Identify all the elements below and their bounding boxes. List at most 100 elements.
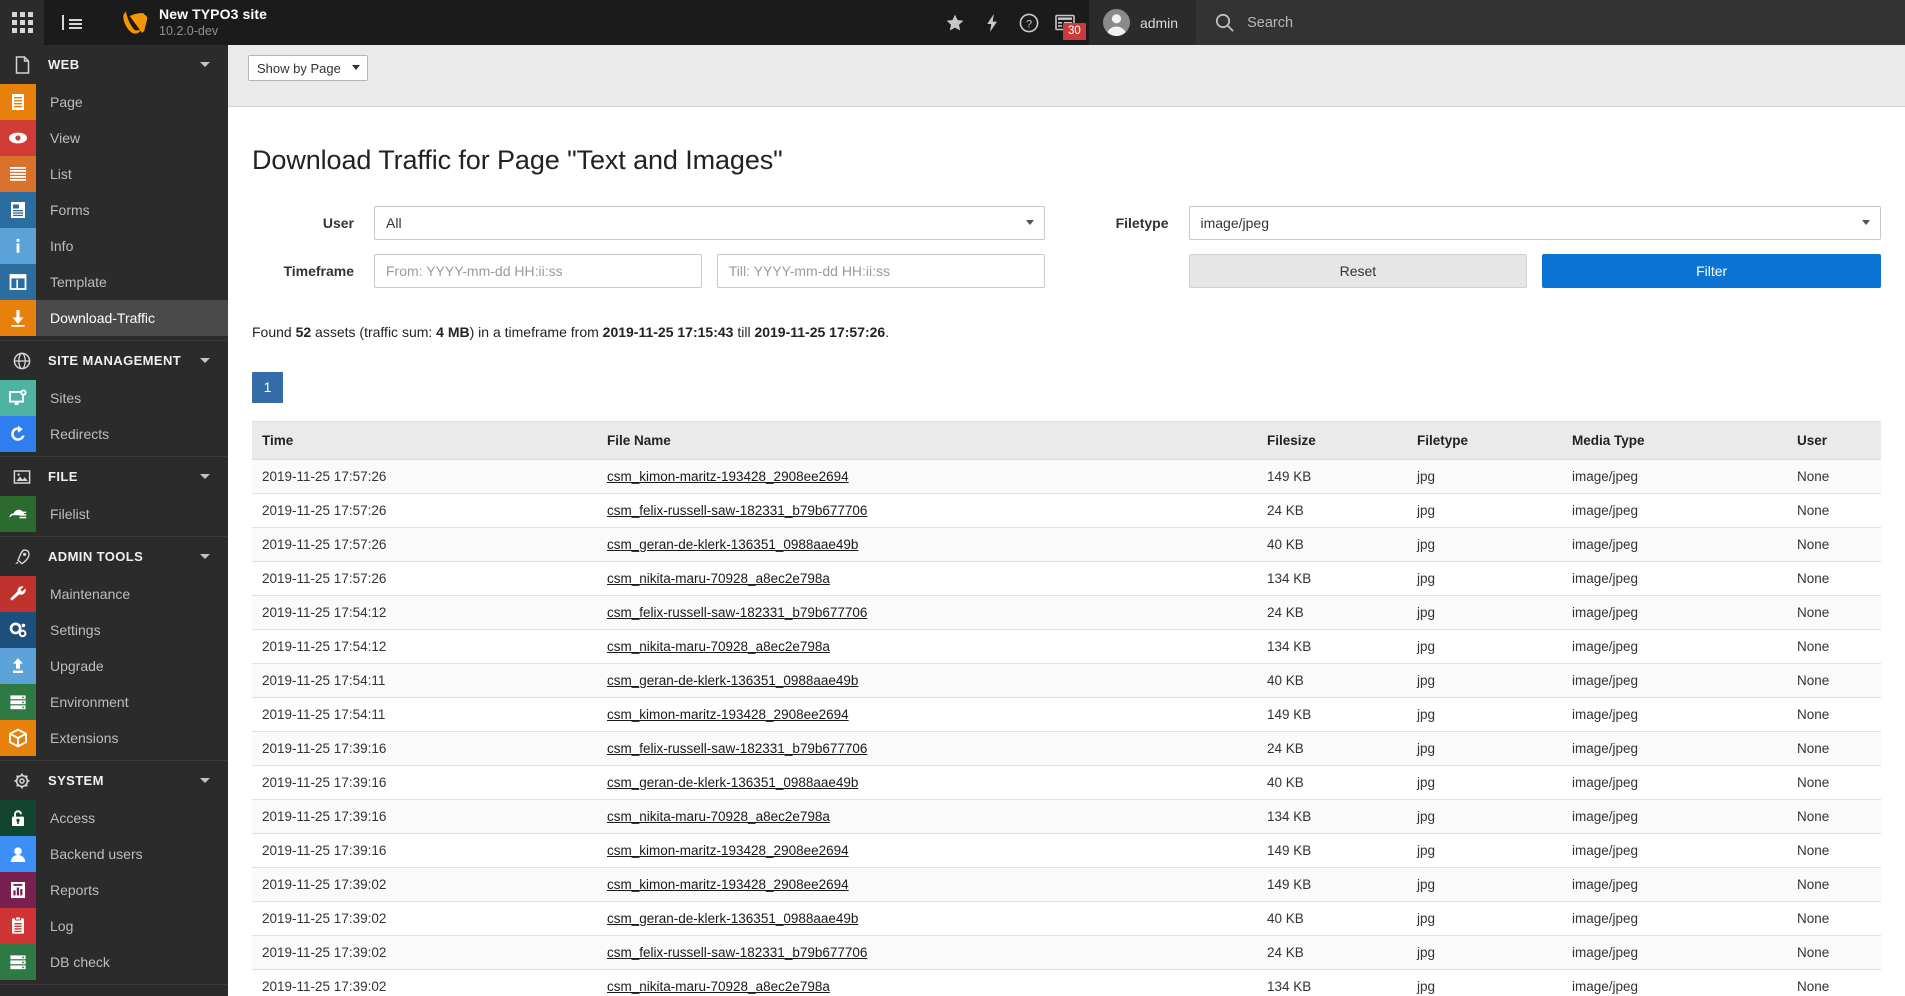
- timeframe-from-input[interactable]: [374, 254, 702, 288]
- file-name-link[interactable]: csm_nikita-maru-70928_a8ec2e798a: [607, 639, 830, 654]
- sidebar-section-header-admin-tools[interactable]: ADMIN TOOLS: [0, 537, 228, 576]
- sidebar-item-reports[interactable]: Reports: [0, 872, 228, 908]
- file-name-link[interactable]: csm_geran-de-klerk-136351_0988aae49b: [607, 673, 858, 688]
- sidebar-item-label: Reports: [50, 882, 99, 898]
- file-name-link[interactable]: csm_felix-russell-saw-182331_b79b677706: [607, 945, 867, 960]
- sidebar-item-forms[interactable]: Forms: [0, 192, 228, 228]
- file-name-link[interactable]: csm_geran-de-klerk-136351_0988aae49b: [607, 911, 858, 926]
- sidebar-section-header-file[interactable]: FILE: [0, 457, 228, 496]
- sidebar-item-template[interactable]: Template: [0, 264, 228, 300]
- sidebar-item-label: Extensions: [50, 730, 118, 746]
- user-select[interactable]: All: [374, 206, 1045, 240]
- file-name-link[interactable]: csm_felix-russell-saw-182331_b79b677706: [607, 503, 867, 518]
- sidebar-item-access[interactable]: Access: [0, 800, 228, 836]
- file-name-link[interactable]: csm_nikita-maru-70928_a8ec2e798a: [607, 809, 830, 824]
- file-name-link[interactable]: csm_kimon-maritz-193428_2908ee2694: [607, 469, 849, 484]
- sidebar-item-page[interactable]: Page: [0, 84, 228, 120]
- file-name-link[interactable]: csm_nikita-maru-70928_a8ec2e798a: [607, 571, 830, 586]
- gear-icon: [9, 771, 35, 791]
- summary-till: 2019-11-25 17:57:26: [754, 324, 885, 340]
- site-logo-block[interactable]: New TYPO3 site 10.2.0-dev: [100, 7, 267, 39]
- sidebar-item-backend-users[interactable]: Backend users: [0, 836, 228, 872]
- reset-button[interactable]: Reset: [1189, 254, 1528, 288]
- cell-filesize: 134 KB: [1257, 630, 1407, 664]
- file-name-link[interactable]: csm_kimon-maritz-193428_2908ee2694: [607, 877, 849, 892]
- file-name-link[interactable]: csm_kimon-maritz-193428_2908ee2694: [607, 843, 849, 858]
- timeframe-till-input[interactable]: [717, 254, 1045, 288]
- file-name-link[interactable]: csm_geran-de-klerk-136351_0988aae49b: [607, 537, 858, 552]
- file-name-link[interactable]: csm_felix-russell-saw-182331_b79b677706: [607, 605, 867, 620]
- cell-user: None: [1787, 936, 1881, 970]
- cell-user: None: [1787, 868, 1881, 902]
- pagination-page-1[interactable]: 1: [252, 372, 283, 403]
- filetype-select-wrap: image/jpeg: [1189, 206, 1882, 240]
- user-select-wrap: All: [374, 206, 1045, 240]
- list-icon: [0, 156, 36, 192]
- sidebar-section-label: ADMIN TOOLS: [48, 549, 200, 564]
- cell-filesize: 24 KB: [1257, 936, 1407, 970]
- chevron-down-icon[interactable]: [200, 554, 210, 559]
- table-row: 2019-11-25 17:57:26csm_geran-de-klerk-13…: [252, 528, 1881, 562]
- grid-icon: [12, 12, 33, 33]
- cell-media-type: image/jpeg: [1562, 630, 1787, 664]
- sidebar-item-list[interactable]: List: [0, 156, 228, 192]
- user-icon: [0, 836, 36, 872]
- help-question-icon[interactable]: ?: [1011, 0, 1047, 45]
- sidebar-item-info[interactable]: Info: [0, 228, 228, 264]
- sidebar-item-environment[interactable]: Environment: [0, 684, 228, 720]
- sidebar-item-view[interactable]: View: [0, 120, 228, 156]
- sidebar-section-system: SYSTEMAccessBackend users Reports LogDB ch…: [0, 761, 228, 985]
- sidebar-item-redirects[interactable]: Redirects: [0, 416, 228, 452]
- module-menu-toggle[interactable]: [0, 0, 44, 45]
- summary-count: 52: [296, 324, 312, 340]
- cell-file-name: csm_felix-russell-saw-182331_b79b677706: [597, 596, 1257, 630]
- chevron-down-icon[interactable]: [200, 62, 210, 67]
- flash-bolt-icon[interactable]: [973, 0, 1011, 45]
- user-menu[interactable]: admin: [1089, 0, 1196, 45]
- content-area: Show by Page Download Traffic for Page "…: [228, 45, 1905, 996]
- cell-filesize: 149 KB: [1257, 868, 1407, 902]
- chevron-down-icon[interactable]: [200, 778, 210, 783]
- cell-filesize: 40 KB: [1257, 766, 1407, 800]
- view-mode-select[interactable]: Show by Page: [248, 55, 368, 81]
- file-name-link[interactable]: csm_nikita-maru-70928_a8ec2e798a: [607, 979, 830, 994]
- cell-filesize: 40 KB: [1257, 902, 1407, 936]
- sidebar-item-db-check[interactable]: DB check: [0, 944, 228, 980]
- sidebar-section-header-system[interactable]: SYSTEM: [0, 761, 228, 800]
- cell-time: 2019-11-25 17:39:16: [252, 800, 597, 834]
- sidebar-item-maintenance[interactable]: Maintenance: [0, 576, 228, 612]
- sidebar-item-extensions[interactable]: Extensions: [0, 720, 228, 756]
- system-information-icon[interactable]: 30: [1047, 0, 1083, 45]
- pagetree-toggle[interactable]: [44, 0, 100, 45]
- sidebar-item-download-traffic[interactable]: Download-Traffic: [0, 300, 228, 336]
- sidebar-item-log[interactable]: Log: [0, 908, 228, 944]
- global-search[interactable]: Search: [1196, 0, 1905, 45]
- toolbar-icons: ? 30: [937, 0, 1089, 45]
- user-control: All: [374, 206, 1045, 240]
- sidebar-item-sites[interactable]: Sites: [0, 380, 228, 416]
- cell-filesize: 134 KB: [1257, 562, 1407, 596]
- filetype-select[interactable]: image/jpeg: [1189, 206, 1882, 240]
- file-name-link[interactable]: csm_geran-de-klerk-136351_0988aae49b: [607, 775, 858, 790]
- cell-media-type: image/jpeg: [1562, 766, 1787, 800]
- chevron-down-icon[interactable]: [200, 474, 210, 479]
- bookmark-star-icon[interactable]: [937, 0, 973, 45]
- file-name-link[interactable]: csm_kimon-maritz-193428_2908ee2694: [607, 707, 849, 722]
- file-name-link[interactable]: csm_felix-russell-saw-182331_b79b677706: [607, 741, 867, 756]
- sidebar-section-header-site-management[interactable]: SITE MANAGEMENT: [0, 341, 228, 380]
- sidebar-item-upgrade[interactable]: Upgrade: [0, 648, 228, 684]
- cell-media-type: image/jpeg: [1562, 732, 1787, 766]
- svg-text:?: ?: [1026, 18, 1032, 30]
- chevron-down-icon[interactable]: [200, 358, 210, 363]
- cell-file-name: csm_kimon-maritz-193428_2908ee2694: [597, 698, 1257, 732]
- sidebar-item-settings[interactable]: Settings: [0, 612, 228, 648]
- filter-button[interactable]: Filter: [1542, 254, 1881, 288]
- cell-filetype: jpg: [1407, 902, 1562, 936]
- sidebar-section-header-web[interactable]: WEB: [0, 45, 228, 84]
- cell-file-name: csm_nikita-maru-70928_a8ec2e798a: [597, 800, 1257, 834]
- sidebar-item-filelist[interactable]: Filelist: [0, 496, 228, 532]
- summary-mid2: ) in a timeframe from: [470, 324, 603, 340]
- sidebar-item-label: Redirects: [50, 426, 109, 442]
- cell-filesize: 149 KB: [1257, 698, 1407, 732]
- typo3-version: 10.2.0-dev: [159, 24, 267, 39]
